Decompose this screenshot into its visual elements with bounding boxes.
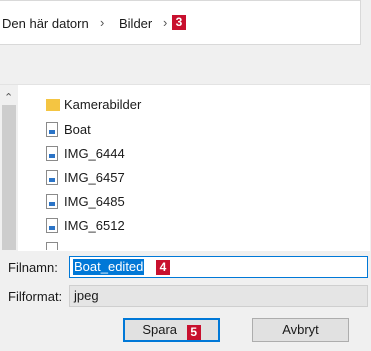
- list-item-label: Kamerabilder: [64, 97, 142, 112]
- list-item-label: IMG_6512: [64, 218, 125, 233]
- image-file-icon: [46, 146, 58, 161]
- list-item-label: Boat: [64, 122, 91, 137]
- cancel-button-label: Avbryt: [282, 322, 319, 337]
- image-file-icon: [46, 242, 58, 250]
- filetype-select[interactable]: jpeg: [69, 285, 368, 307]
- step-badge-4: 4: [156, 260, 170, 275]
- list-item[interactable]: Boat: [46, 120, 246, 140]
- filetype-label: Filformat:: [8, 289, 63, 304]
- filename-label: Filnamn:: [8, 260, 58, 275]
- filetype-value: jpeg: [74, 288, 99, 303]
- list-item[interactable]: IMG_6485: [46, 192, 246, 212]
- save-button[interactable]: Spara 5: [123, 318, 220, 342]
- image-file-icon: [46, 122, 58, 137]
- list-item[interactable]: IMG_6512: [46, 216, 246, 236]
- scrollbar-thumb[interactable]: [2, 105, 16, 250]
- image-file-icon: [46, 218, 58, 233]
- image-file-icon: [46, 194, 58, 209]
- breadcrumb-item-this-pc[interactable]: Den här datorn: [2, 16, 89, 32]
- chevron-right-icon[interactable]: ›: [163, 15, 167, 31]
- image-file-icon: [46, 170, 58, 185]
- list-item-label: IMG_6485: [64, 194, 125, 209]
- list-item[interactable]: Kamerabilder: [46, 95, 246, 115]
- chevron-right-icon[interactable]: ›: [100, 15, 104, 31]
- step-badge-5: 5: [186, 325, 201, 340]
- filename-value[interactable]: Boat_edited: [73, 259, 145, 275]
- cancel-button[interactable]: Avbryt: [252, 318, 349, 342]
- step-badge-3: 3: [172, 15, 186, 30]
- folder-icon: [46, 99, 60, 111]
- scroll-up-icon[interactable]: ⌃: [4, 91, 13, 104]
- filename-field[interactable]: Boat_edited 4: [69, 256, 368, 278]
- save-button-label: Spara: [142, 322, 178, 337]
- list-item[interactable]: IMG_6457: [46, 168, 246, 188]
- breadcrumb: Den här datorn › Bilder › 3: [0, 0, 361, 45]
- list-item[interactable]: [46, 240, 246, 250]
- list-item[interactable]: IMG_6444: [46, 144, 246, 164]
- list-item-label: IMG_6444: [64, 146, 125, 161]
- breadcrumb-item-pictures[interactable]: Bilder: [119, 16, 152, 32]
- list-item-label: IMG_6457: [64, 170, 125, 185]
- scrollbar[interactable]: ⌃: [0, 85, 18, 251]
- file-list[interactable]: ⌃ Kamerabilder Boat IMG_6444 IMG_6457 IM…: [0, 84, 370, 251]
